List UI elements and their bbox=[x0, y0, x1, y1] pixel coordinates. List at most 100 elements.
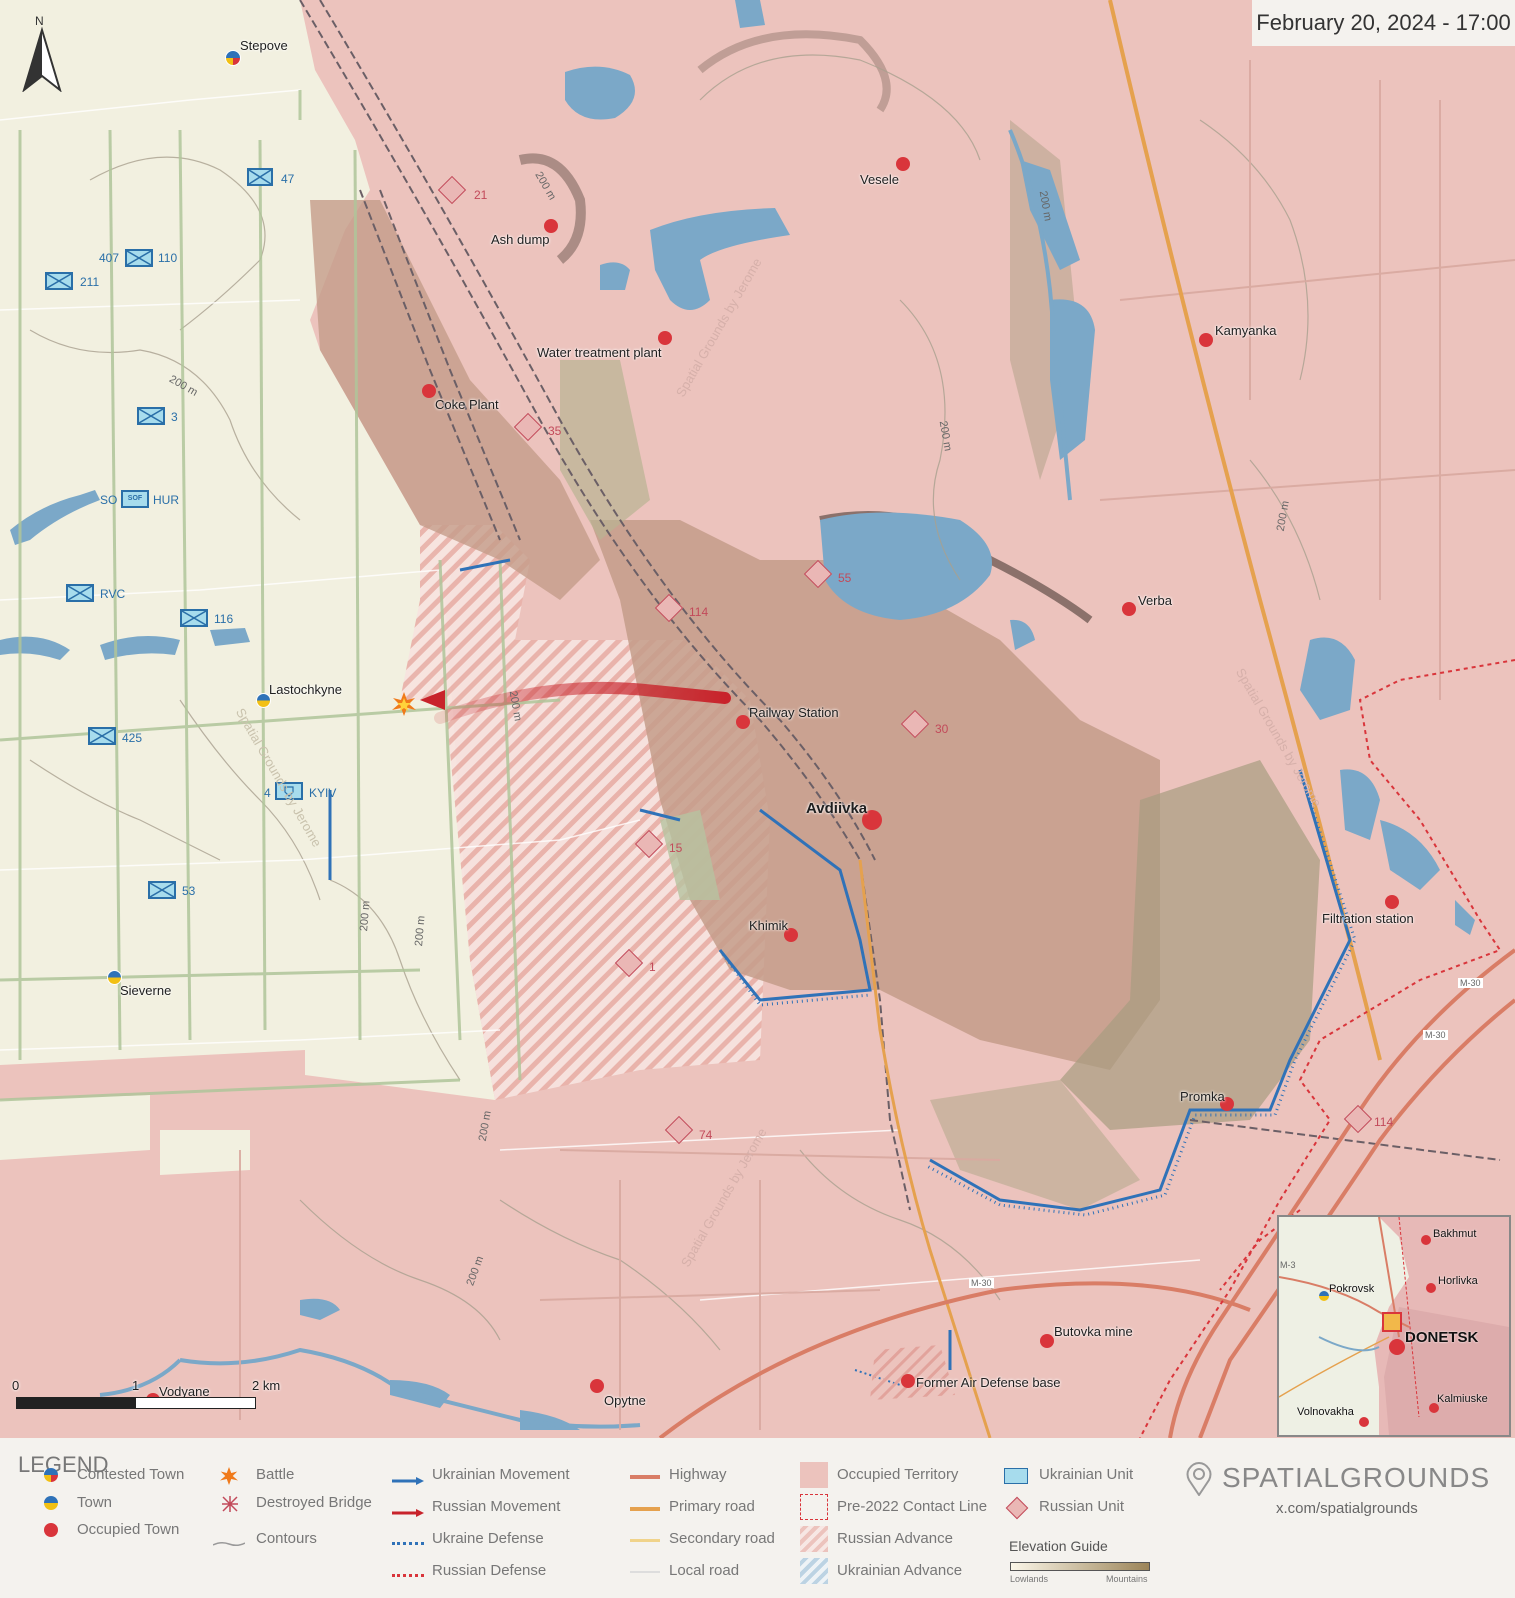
place-label-ash-dump: Ash dump bbox=[491, 232, 550, 247]
occupied-town-icon bbox=[1421, 1235, 1431, 1245]
primary-road-swatch bbox=[630, 1507, 660, 1511]
ukrainian-unit-icon[interactable] bbox=[180, 609, 208, 627]
scale-two: 2 km bbox=[252, 1378, 281, 1393]
legend-russian-advance: Russian Advance bbox=[837, 1530, 953, 1547]
town-icon bbox=[1319, 1291, 1329, 1301]
legend-ukraine-defense: Ukraine Defense bbox=[432, 1530, 544, 1547]
legend-contours: Contours bbox=[256, 1530, 317, 1547]
legend-russian-defense: Russian Defense bbox=[432, 1562, 547, 1579]
place-label-butovka: Butovka mine bbox=[1054, 1324, 1133, 1339]
town-label-sieverne: Sieverne bbox=[120, 983, 172, 998]
unit-label: 3 bbox=[171, 410, 178, 424]
road-label: M-30 bbox=[1423, 1030, 1448, 1040]
ukraine-defense-swatch bbox=[392, 1536, 424, 1545]
occupied-town-icon[interactable] bbox=[901, 1374, 915, 1388]
legend-panel: LEGEND Contested Town Town Occupied Town… bbox=[0, 1438, 1515, 1598]
minimap-label-horlivka: Horlivka bbox=[1438, 1275, 1478, 1287]
legend-secondary-road: Secondary road bbox=[669, 1530, 775, 1547]
scale-zero: 0 bbox=[12, 1378, 20, 1393]
town-label-lastochkyne: Lastochkyne bbox=[269, 682, 342, 697]
scale-bar bbox=[16, 1397, 256, 1409]
scale-one: 1 bbox=[132, 1378, 140, 1393]
occupied-territory-swatch bbox=[800, 1462, 828, 1488]
occupied-town-icon[interactable] bbox=[1122, 602, 1136, 616]
road-label: M-3 bbox=[1280, 1260, 1296, 1270]
unit-label: 55 bbox=[838, 571, 852, 585]
ukrainian-unit-icon[interactable]: SOF bbox=[121, 490, 149, 508]
occupied-city-icon bbox=[1389, 1339, 1405, 1355]
ukrainian-unit-icon[interactable] bbox=[125, 249, 153, 267]
occupied-town-icon[interactable] bbox=[590, 1379, 604, 1393]
minimap-label-pokrovsk: Pokrovsk bbox=[1329, 1283, 1375, 1295]
unit-label: 114 bbox=[689, 605, 709, 619]
overview-minimap[interactable]: Bakhmut Horlivka Pokrovsk DONETSK Kalmiu… bbox=[1277, 1215, 1511, 1437]
ukrainian-unit-icon[interactable] bbox=[45, 272, 73, 290]
place-label-filtration: Filtration station bbox=[1322, 911, 1414, 926]
place-label-former-air: Former Air Defense base bbox=[916, 1375, 1061, 1390]
secondary-road-swatch bbox=[630, 1539, 660, 1542]
place-label-khimik: Khimik bbox=[749, 918, 789, 933]
occupied-town-icon bbox=[1359, 1417, 1369, 1427]
place-label-coke-plant: Coke Plant bbox=[435, 397, 499, 412]
north-arrow-icon: N bbox=[20, 14, 64, 92]
local-road-swatch bbox=[630, 1571, 660, 1573]
town-label-kamyanka: Kamyanka bbox=[1215, 323, 1277, 338]
occupied-town-icon[interactable] bbox=[1385, 895, 1399, 909]
occupied-town-icon[interactable] bbox=[658, 331, 672, 345]
occupied-town-icon[interactable] bbox=[422, 384, 436, 398]
town-label-promka: Promka bbox=[1180, 1089, 1225, 1104]
highway-swatch bbox=[630, 1475, 660, 1479]
ukrainian-advance-swatch bbox=[800, 1558, 828, 1584]
ukrainian-unit-icon[interactable] bbox=[148, 881, 176, 899]
ukrainian-unit-icon[interactable] bbox=[88, 727, 116, 745]
ukrainian-unit-icon[interactable] bbox=[137, 407, 165, 425]
legend-local-road: Local road bbox=[669, 1562, 740, 1579]
ukrainian-unit-icon[interactable] bbox=[66, 584, 94, 602]
legend-ukrainian-movement: Ukrainian Movement bbox=[432, 1466, 570, 1483]
russian-movement-swatch bbox=[392, 1504, 424, 1517]
sof-label: SOF bbox=[127, 495, 143, 502]
town-label-opytne: Opytne bbox=[604, 1393, 646, 1408]
ukrainian-unit-icon[interactable] bbox=[247, 168, 273, 186]
legend-ukrainian-advance: Ukrainian Advance bbox=[837, 1562, 963, 1579]
unit-label: 74 bbox=[699, 1128, 713, 1142]
unit-label: 425 bbox=[122, 731, 143, 745]
russian-unit-swatch bbox=[1005, 1496, 1029, 1520]
ukrainian-unit-swatch bbox=[1004, 1468, 1028, 1484]
legend-elevation-guide: Elevation Guide bbox=[1009, 1538, 1108, 1554]
unit-label: 21 bbox=[474, 188, 488, 202]
unit-label: 211 bbox=[80, 275, 100, 289]
unit-label: 30 bbox=[935, 722, 949, 736]
contested-town-icon[interactable] bbox=[225, 50, 241, 66]
legend-occupied-town: Occupied Town bbox=[77, 1521, 180, 1538]
russian-defense-swatch bbox=[392, 1568, 424, 1577]
unit-label: KYIV bbox=[309, 786, 337, 800]
legend-contested-town: Contested Town bbox=[77, 1466, 185, 1483]
brand-url[interactable]: x.com/spatialgrounds bbox=[1276, 1500, 1418, 1517]
occupied-town-icon[interactable] bbox=[896, 157, 910, 171]
map-view[interactable]: February 20, 2024 - 17:00 N Stepove Vese… bbox=[0, 0, 1515, 1438]
battle-icon[interactable] bbox=[392, 692, 416, 716]
elevation-gradient bbox=[1010, 1562, 1150, 1571]
unit-label: 4 bbox=[264, 786, 271, 800]
legend-occupied-territory: Occupied Territory bbox=[837, 1466, 959, 1483]
town-label-vesele: Vesele bbox=[860, 172, 900, 187]
date-label: February 20, 2024 - 17:00 bbox=[1252, 0, 1515, 46]
occupied-town-icon[interactable] bbox=[1040, 1334, 1054, 1348]
pre2022-line-swatch bbox=[800, 1494, 828, 1520]
occupied-town-icon[interactable] bbox=[1199, 333, 1213, 347]
occupied-town-icon[interactable] bbox=[736, 715, 750, 729]
minimap-label-donetsk: DONETSK bbox=[1405, 1329, 1479, 1346]
north-label: N bbox=[35, 14, 44, 28]
legend-lowlands: Lowlands bbox=[1010, 1574, 1049, 1584]
legend-ukrainian-unit: Ukrainian Unit bbox=[1039, 1466, 1134, 1483]
occupied-town-icon bbox=[44, 1523, 58, 1537]
town-label-verba: Verba bbox=[1138, 593, 1172, 608]
unit-label: 53 bbox=[182, 884, 196, 898]
destroyed-bridge-icon bbox=[221, 1495, 239, 1513]
unit-label: 114 bbox=[1374, 1115, 1394, 1129]
occupied-town-icon[interactable] bbox=[544, 219, 558, 233]
unit-label: SO bbox=[100, 493, 118, 507]
road-label: M-30 bbox=[1458, 978, 1483, 988]
unit-label: 47 bbox=[281, 172, 295, 186]
